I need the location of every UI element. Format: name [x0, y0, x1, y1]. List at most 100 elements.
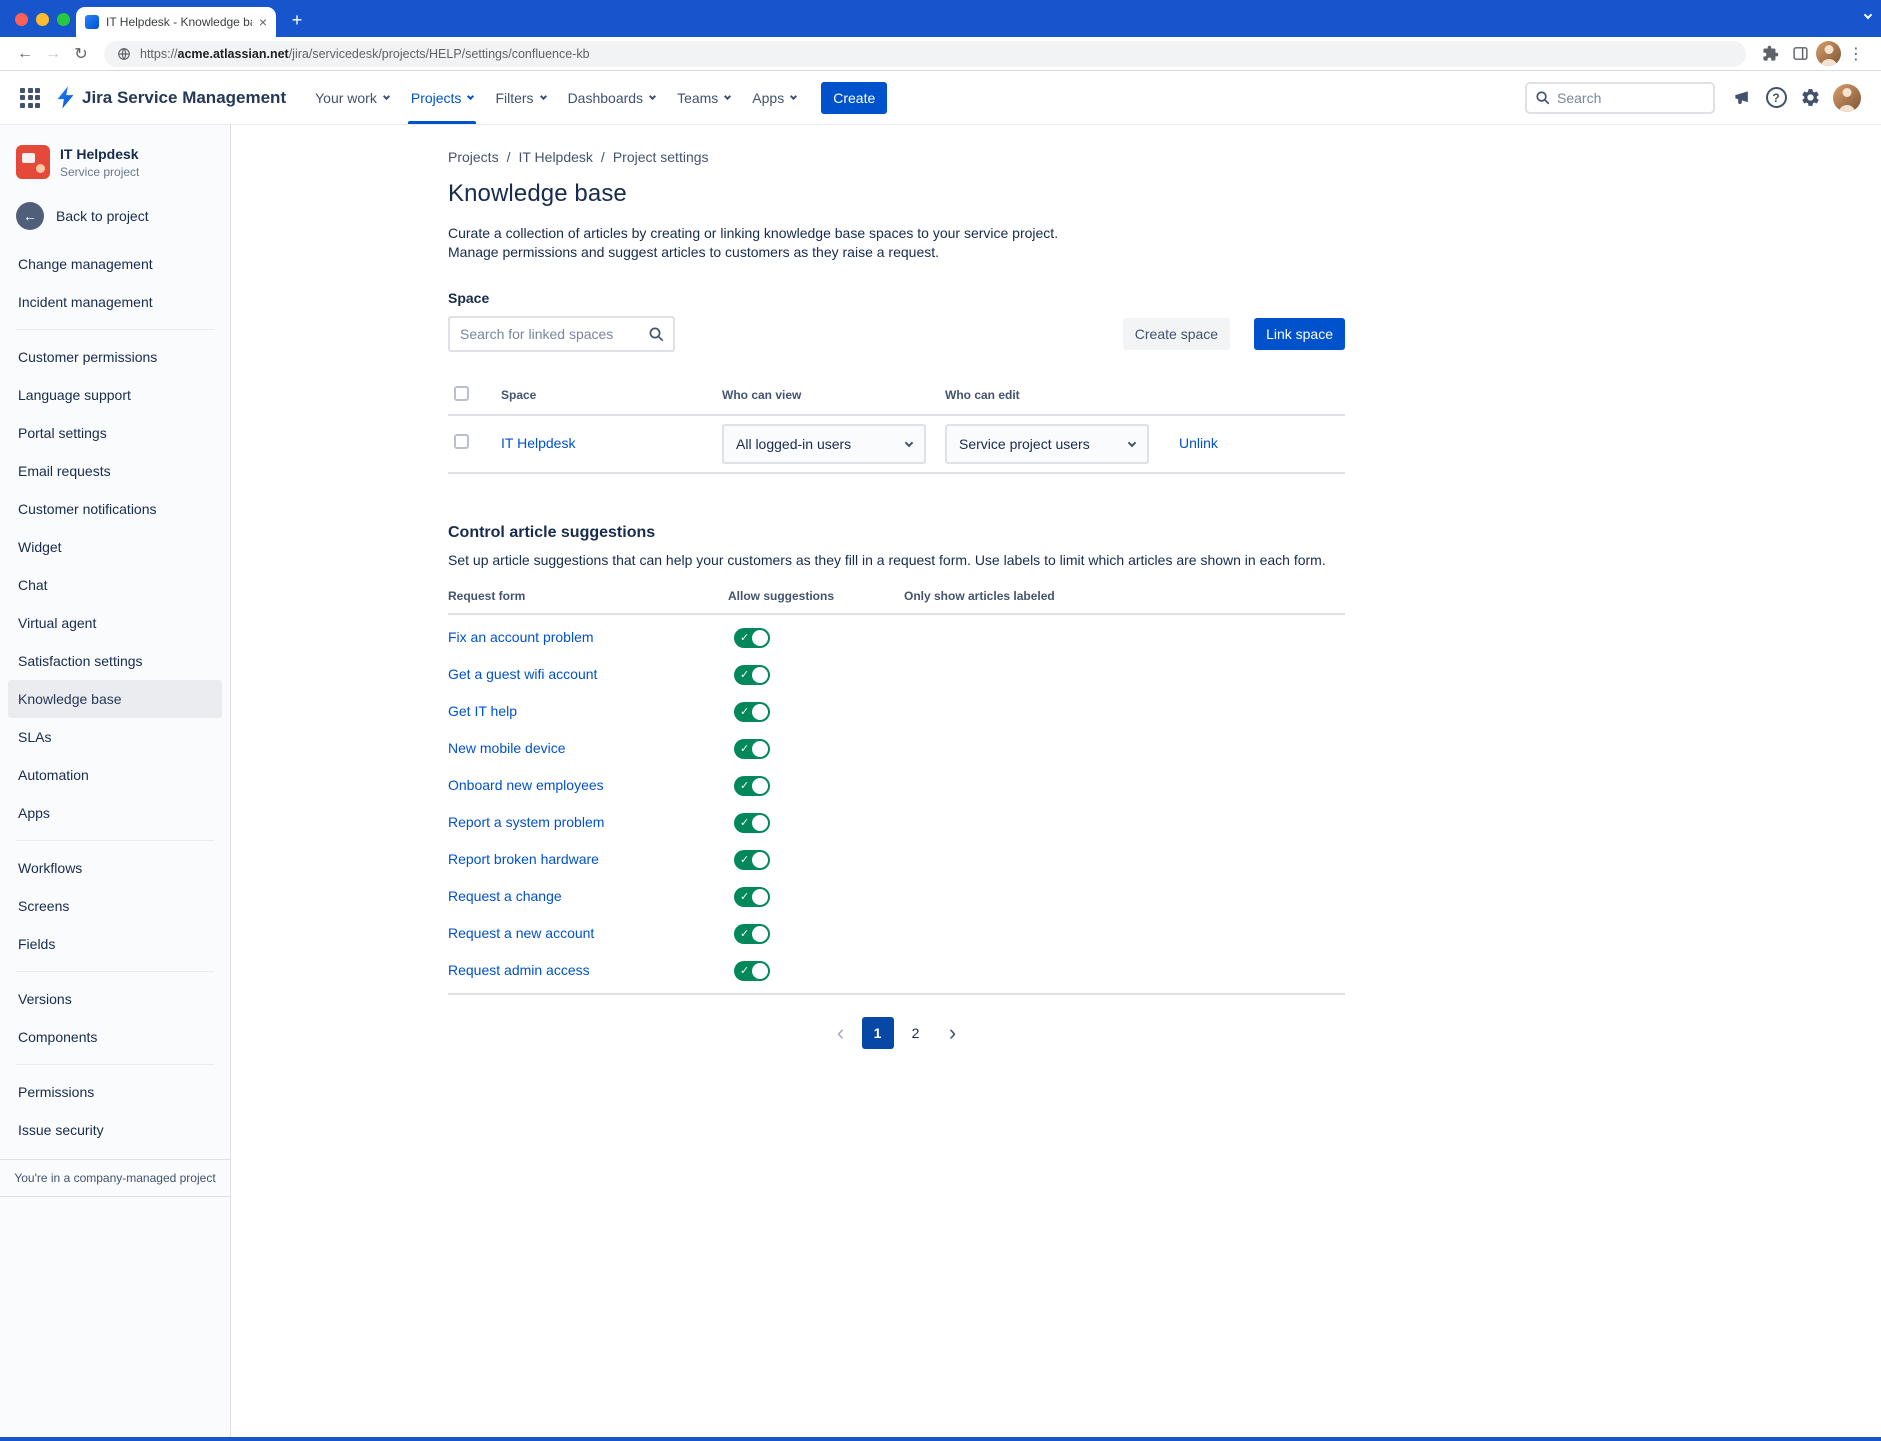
allow-suggestions-toggle[interactable]: ✓ — [734, 924, 770, 944]
global-search-box[interactable] — [1525, 82, 1715, 114]
page-2-button[interactable]: 2 — [900, 1017, 932, 1049]
back-arrow-icon: ← — [16, 202, 44, 230]
breadcrumb-projects[interactable]: Projects — [448, 149, 499, 165]
minimize-window-button[interactable] — [36, 13, 49, 26]
nav-item-projects[interactable]: Projects — [400, 71, 485, 124]
announcements-icon[interactable] — [1725, 82, 1759, 114]
create-space-button[interactable]: Create space — [1123, 318, 1230, 350]
primary-nav: Your workProjectsFiltersDashboardsTeamsA… — [304, 71, 807, 124]
sidebar-item-incident-management[interactable]: Incident management — [8, 283, 222, 321]
nav-item-filters[interactable]: Filters — [484, 71, 556, 124]
request-form-link[interactable]: Report a system problem — [448, 814, 604, 830]
sidebar-item-chat[interactable]: Chat — [8, 566, 222, 604]
request-form-link[interactable]: Request admin access — [448, 962, 590, 978]
settings-gear-icon[interactable] — [1793, 82, 1827, 114]
help-icon[interactable]: ? — [1759, 82, 1793, 114]
next-page-icon[interactable]: › — [938, 1017, 968, 1049]
sidebar-item-change-management[interactable]: Change management — [8, 245, 222, 283]
sidebar-item-widget[interactable]: Widget — [8, 528, 222, 566]
request-form-row: Request a change ✓ — [448, 878, 1345, 915]
request-form-row: Report broken hardware ✓ — [448, 841, 1345, 878]
link-space-button[interactable]: Link space — [1254, 318, 1345, 350]
sidebar-item-notifications[interactable]: Notifications — [8, 1149, 222, 1159]
toggle-knob — [752, 667, 768, 683]
allow-suggestions-toggle[interactable]: ✓ — [734, 665, 770, 685]
sidebar-item-automation[interactable]: Automation — [8, 756, 222, 794]
request-form-link[interactable]: New mobile device — [448, 740, 566, 756]
sidebar-item-email-requests[interactable]: Email requests — [8, 452, 222, 490]
request-form-link[interactable]: Get IT help — [448, 703, 517, 719]
allow-suggestions-toggle[interactable]: ✓ — [734, 813, 770, 833]
tab-search-chevron-icon[interactable] — [1865, 7, 1871, 25]
breadcrumb-it-helpdesk[interactable]: IT Helpdesk — [518, 149, 592, 165]
allow-suggestions-toggle[interactable]: ✓ — [734, 739, 770, 759]
linked-spaces-search-box[interactable] — [448, 316, 675, 352]
sidebar-item-permissions[interactable]: Permissions — [8, 1073, 222, 1111]
nav-item-apps[interactable]: Apps — [741, 71, 807, 124]
browser-menu-icon[interactable]: ⋮ — [1843, 41, 1869, 67]
user-avatar[interactable] — [1833, 84, 1861, 112]
zoom-window-button[interactable] — [57, 13, 70, 26]
allow-suggestions-toggle[interactable]: ✓ — [734, 776, 770, 796]
jira-bolt-icon — [56, 86, 75, 109]
allow-suggestions-toggle[interactable]: ✓ — [734, 961, 770, 981]
allow-suggestions-toggle[interactable]: ✓ — [734, 887, 770, 907]
app-switcher-icon[interactable] — [14, 82, 46, 114]
global-search-input[interactable] — [1557, 90, 1705, 106]
new-tab-button[interactable]: + — [284, 7, 310, 33]
sidebar-item-customer-notifications[interactable]: Customer notifications — [8, 490, 222, 528]
sidebar-item-portal-settings[interactable]: Portal settings — [8, 414, 222, 452]
allow-suggestions-toggle[interactable]: ✓ — [734, 702, 770, 722]
sidebar-item-versions[interactable]: Versions — [8, 980, 222, 1018]
sidebar-item-screens[interactable]: Screens — [8, 887, 222, 925]
row-checkbox[interactable] — [454, 434, 469, 449]
request-form-link[interactable]: Request a change — [448, 888, 562, 904]
sidebar-item-issue-security[interactable]: Issue security — [8, 1111, 222, 1149]
allow-suggestions-toggle[interactable]: ✓ — [734, 628, 770, 648]
side-panel-icon[interactable] — [1786, 41, 1814, 67]
browser-tab[interactable]: IT Helpdesk - Knowledge base × — [76, 7, 276, 37]
space-link[interactable]: IT Helpdesk — [501, 435, 575, 451]
back-button[interactable]: ← — [12, 41, 38, 67]
jira-logo[interactable]: Jira Service Management — [56, 86, 286, 109]
request-form-row: Report a system problem ✓ — [448, 804, 1345, 841]
linked-spaces-search-input[interactable] — [460, 326, 648, 342]
request-form-link[interactable]: Get a guest wifi account — [448, 666, 597, 682]
sidebar-item-fields[interactable]: Fields — [8, 925, 222, 963]
who-can-view-select[interactable]: All logged-in users — [722, 424, 926, 464]
request-form-link[interactable]: Request a new account — [448, 925, 594, 941]
url-bar[interactable]: https://acme.atlassian.net/jira/serviced… — [104, 41, 1746, 67]
sidebar-item-language-support[interactable]: Language support — [8, 376, 222, 414]
nav-item-teams[interactable]: Teams — [666, 71, 741, 124]
request-form-link[interactable]: Report broken hardware — [448, 851, 599, 867]
nav-item-dashboards[interactable]: Dashboards — [557, 71, 667, 124]
request-form-link[interactable]: Onboard new employees — [448, 777, 604, 793]
close-window-button[interactable] — [15, 13, 28, 26]
nav-item-your-work[interactable]: Your work — [304, 71, 400, 124]
sidebar-item-components[interactable]: Components — [8, 1018, 222, 1056]
allow-suggestions-toggle[interactable]: ✓ — [734, 850, 770, 870]
unlink-button[interactable]: Unlink — [1179, 435, 1218, 451]
page-1-button[interactable]: 1 — [862, 1017, 894, 1049]
sidebar-item-slas[interactable]: SLAs — [8, 718, 222, 756]
sidebar-item-virtual-agent[interactable]: Virtual agent — [8, 604, 222, 642]
back-to-project-button[interactable]: ← Back to project — [0, 193, 230, 239]
request-form-link[interactable]: Fix an account problem — [448, 629, 594, 645]
extensions-icon[interactable] — [1756, 41, 1784, 67]
sidebar-item-knowledge-base[interactable]: Knowledge base — [8, 680, 222, 718]
select-all-checkbox[interactable] — [454, 386, 469, 401]
breadcrumb-project-settings[interactable]: Project settings — [613, 149, 709, 165]
site-info-icon[interactable] — [116, 41, 132, 67]
sidebar-item-satisfaction-settings[interactable]: Satisfaction settings — [8, 642, 222, 680]
forward-button[interactable]: → — [40, 41, 66, 67]
reload-button[interactable]: ↻ — [68, 41, 94, 67]
browser-tab-strip: IT Helpdesk - Knowledge base × + — [0, 0, 1881, 37]
close-tab-icon[interactable]: × — [259, 15, 267, 29]
sidebar-item-workflows[interactable]: Workflows — [8, 849, 222, 887]
create-button[interactable]: Create — [821, 82, 887, 114]
browser-profile-avatar[interactable] — [1816, 41, 1841, 66]
sidebar-item-customer-permissions[interactable]: Customer permissions — [8, 338, 222, 376]
sidebar-item-apps[interactable]: Apps — [8, 794, 222, 832]
who-can-edit-select[interactable]: Service project users — [945, 424, 1149, 464]
tab-title: IT Helpdesk - Knowledge base — [106, 15, 252, 29]
